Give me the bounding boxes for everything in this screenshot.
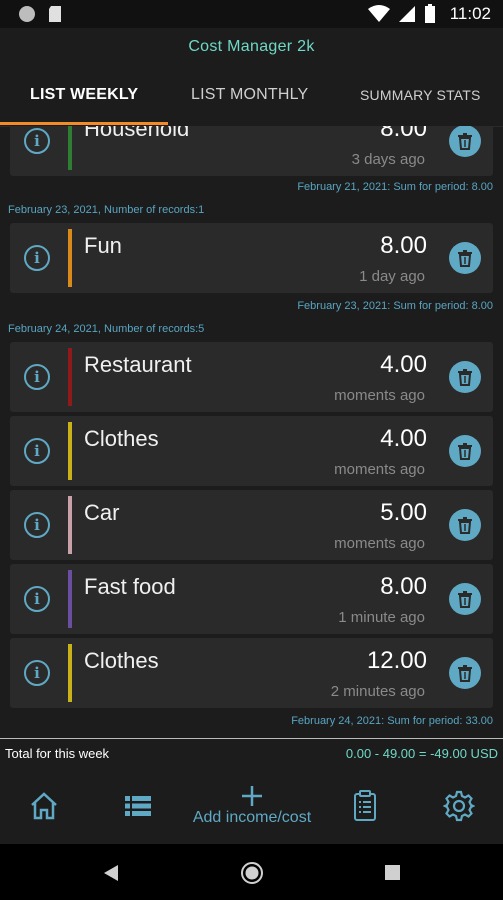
sd-card-icon bbox=[49, 6, 61, 22]
delete-button[interactable] bbox=[449, 361, 481, 393]
app-bar: Cost Manager 2k LIST WEEKLY LIST MONTHLY… bbox=[0, 28, 503, 127]
trash-icon bbox=[458, 369, 472, 386]
trash-icon bbox=[458, 133, 472, 150]
record-list[interactable]: i Household 8.00 3 days ago February 21,… bbox=[0, 126, 503, 737]
record-category: Car bbox=[84, 500, 120, 525]
info-icon[interactable]: i bbox=[24, 128, 50, 154]
record-amount: 8.00 bbox=[380, 232, 427, 259]
weekly-total-bar: Total for this week 0.00 - 49.00 = -49.0… bbox=[0, 738, 503, 768]
status-bar: 11:02 bbox=[0, 0, 503, 28]
tab-indicator bbox=[0, 122, 168, 125]
info-icon[interactable]: i bbox=[24, 512, 50, 538]
delete-button[interactable] bbox=[449, 126, 481, 157]
group-header: February 24, 2021, Number of records:5 bbox=[8, 323, 205, 335]
tab-bar: LIST WEEKLY LIST MONTHLY SUMMARY STATS bbox=[0, 76, 503, 126]
record-category: Clothes bbox=[84, 426, 159, 451]
record-time: moments ago bbox=[334, 461, 425, 478]
record-amount: 5.00 bbox=[380, 499, 427, 526]
trash-icon bbox=[458, 517, 472, 534]
signal-icon bbox=[398, 6, 415, 22]
category-color-bar bbox=[68, 496, 72, 554]
delete-button[interactable] bbox=[449, 242, 481, 274]
record-category: Restaurant bbox=[84, 352, 192, 377]
record-time: moments ago bbox=[334, 387, 425, 404]
category-color-bar bbox=[68, 570, 72, 628]
delete-button[interactable] bbox=[449, 657, 481, 689]
record-time: 1 minute ago bbox=[338, 609, 425, 626]
record-amount: 8.00 bbox=[380, 126, 427, 142]
bottom-nav: Add income/cost bbox=[0, 768, 503, 844]
record-amount: 12.00 bbox=[366, 647, 427, 674]
battery-icon bbox=[424, 4, 435, 23]
trash-icon bbox=[458, 250, 472, 267]
record-amount: 8.00 bbox=[380, 573, 427, 600]
list-button[interactable] bbox=[118, 768, 158, 844]
tab-list-monthly[interactable]: LIST MONTHLY bbox=[191, 86, 308, 104]
record-category: Fast food bbox=[84, 574, 176, 599]
tab-list-weekly[interactable]: LIST WEEKLY bbox=[30, 86, 138, 104]
info-icon[interactable]: i bbox=[24, 364, 50, 390]
category-color-bar bbox=[68, 644, 72, 702]
category-color-bar bbox=[68, 422, 72, 480]
total-label: Total for this week bbox=[5, 746, 110, 761]
delete-button[interactable] bbox=[449, 435, 481, 467]
record-card[interactable]: i Fast food 8.00 1 minute ago bbox=[10, 564, 493, 634]
add-income-cost-label: Add income/cost bbox=[192, 809, 312, 826]
record-card[interactable]: i Restaurant 4.00 moments ago bbox=[10, 342, 493, 412]
home-circle-icon[interactable] bbox=[240, 861, 264, 885]
record-card[interactable]: i Household 8.00 3 days ago bbox=[10, 126, 493, 176]
record-card[interactable]: i Clothes 12.00 2 minutes ago bbox=[10, 638, 493, 708]
trash-icon bbox=[458, 443, 472, 460]
tab-summary-stats[interactable]: SUMMARY STATS bbox=[360, 87, 481, 103]
record-time: 2 minutes ago bbox=[330, 683, 425, 700]
record-time: moments ago bbox=[334, 535, 425, 552]
info-icon[interactable]: i bbox=[24, 586, 50, 612]
period-sum: February 21, 2021: Sum for period: 8.00 bbox=[297, 181, 493, 193]
plus-icon bbox=[242, 786, 262, 806]
app-title: Cost Manager 2k bbox=[188, 38, 315, 55]
system-nav-bar bbox=[0, 844, 503, 900]
record-time: 3 days ago bbox=[351, 151, 425, 168]
status-time: 11:02 bbox=[449, 4, 491, 23]
recents-icon[interactable] bbox=[385, 865, 400, 880]
trash-icon bbox=[458, 665, 472, 682]
category-color-bar bbox=[68, 229, 72, 287]
wifi-icon bbox=[367, 5, 390, 22]
period-sum: February 23, 2021: Sum for period: 8.00 bbox=[297, 300, 493, 312]
report-button[interactable] bbox=[345, 768, 385, 844]
record-time: 1 day ago bbox=[359, 268, 425, 285]
group-header: February 23, 2021, Number of records:1 bbox=[8, 204, 205, 216]
settings-button[interactable] bbox=[439, 768, 479, 844]
trash-icon bbox=[458, 591, 472, 608]
info-icon[interactable]: i bbox=[24, 245, 50, 271]
back-icon[interactable] bbox=[103, 864, 119, 882]
record-category: Fun bbox=[84, 233, 122, 258]
clipboard-icon bbox=[354, 790, 376, 821]
gear-icon bbox=[443, 790, 475, 822]
info-icon[interactable]: i bbox=[24, 438, 50, 464]
category-color-bar bbox=[68, 126, 72, 170]
delete-button[interactable] bbox=[449, 509, 481, 541]
list-icon bbox=[125, 796, 151, 816]
delete-button[interactable] bbox=[449, 583, 481, 615]
home-button[interactable] bbox=[24, 768, 64, 844]
period-sum: February 24, 2021: Sum for period: 33.00 bbox=[291, 715, 493, 727]
record-card[interactable]: i Car 5.00 moments ago bbox=[10, 490, 493, 560]
total-value: 0.00 - 49.00 = -49.00 USD bbox=[345, 746, 498, 761]
add-income-cost-button[interactable]: Add income/cost bbox=[180, 768, 324, 844]
record-amount: 4.00 bbox=[380, 425, 427, 452]
record-card[interactable]: i Fun 8.00 1 day ago bbox=[10, 223, 493, 293]
home-icon bbox=[31, 792, 57, 820]
record-category: Household bbox=[84, 126, 190, 141]
info-icon[interactable]: i bbox=[24, 660, 50, 686]
category-color-bar bbox=[68, 348, 72, 406]
record-amount: 4.00 bbox=[380, 351, 427, 378]
notification-circle-icon bbox=[19, 6, 35, 22]
record-category: Clothes bbox=[84, 648, 159, 673]
record-card[interactable]: i Clothes 4.00 moments ago bbox=[10, 416, 493, 486]
